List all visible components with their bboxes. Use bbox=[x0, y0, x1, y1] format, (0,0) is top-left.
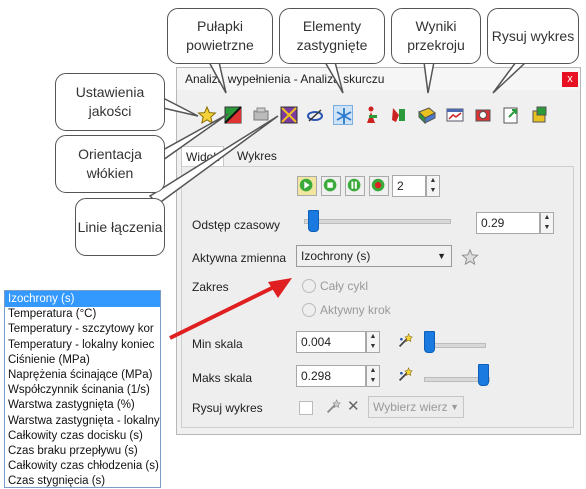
quality-settings-icon[interactable] bbox=[223, 105, 243, 125]
tools-icon[interactable] bbox=[389, 105, 409, 125]
node-select[interactable]: Wybierz wierz ▼ bbox=[368, 396, 464, 418]
fiber-orientation-icon[interactable] bbox=[251, 105, 271, 125]
tab-wykres[interactable]: Wykres bbox=[233, 146, 281, 166]
tab-widok[interactable]: Widok bbox=[181, 146, 225, 168]
interval-spinner[interactable]: ▲ ▼ bbox=[540, 212, 554, 234]
draw-chart-icon[interactable] bbox=[473, 105, 493, 125]
radio-full-cycle-label: Cały cykl bbox=[320, 279, 369, 293]
callout-section-results: Wyniki przekroju bbox=[391, 8, 481, 64]
draw-chart-label: Rysuj wykres bbox=[192, 401, 263, 415]
dropdown-item[interactable]: Czas braku przepływu (s) bbox=[5, 443, 160, 459]
max-scale-label: Maks skala bbox=[192, 371, 253, 385]
dropdown-item[interactable]: Ciśnienie (MPa) bbox=[5, 352, 160, 368]
callout-draw-chart: Rysuj wykres bbox=[487, 8, 579, 64]
record-button[interactable] bbox=[369, 176, 389, 196]
view-panel: 2 ▲ ▼ Odstęp czasowy 0.29 ▲ ▼ Aktywna zmie… bbox=[181, 166, 574, 428]
active-variable-value: Izochrony (s) bbox=[301, 249, 371, 263]
max-scale-input[interactable]: 0.298 bbox=[296, 365, 366, 387]
dropdown-item[interactable]: Temperatura (°C) bbox=[5, 306, 160, 322]
radio-full-cycle[interactable] bbox=[302, 279, 316, 293]
dropdown-item[interactable]: Temperatury - lokalny koniec bbox=[5, 337, 160, 353]
section-results-icon[interactable] bbox=[417, 105, 437, 125]
interval-slider-thumb[interactable] bbox=[308, 210, 320, 232]
tab-strip: Widok Wykres bbox=[181, 146, 577, 168]
chevron-down-icon: ▼ bbox=[450, 402, 459, 412]
favorite-star-icon[interactable] bbox=[461, 248, 479, 266]
range-label: Zakres bbox=[192, 280, 229, 294]
active-variable-label: Aktywna zmienna bbox=[192, 251, 287, 265]
title-bar: Analiza wypełnienia - Analiza skurczu x bbox=[177, 68, 580, 90]
box-icon[interactable] bbox=[529, 105, 549, 125]
max-pick-wand-icon[interactable] bbox=[396, 366, 414, 384]
callout-frozen-elements: Elementy zastygnięte bbox=[279, 8, 385, 64]
dropdown-item[interactable]: Naprężenia ścinające (MPa) bbox=[5, 367, 160, 383]
active-variable-select[interactable]: Izochrony (s) ▼ bbox=[296, 245, 452, 267]
dropdown-item[interactable]: Izochrony (s) bbox=[5, 291, 160, 307]
dropdown-item[interactable]: Warstwa zastygnięta - lokalny bbox=[5, 413, 160, 429]
window-title: Analiza wypełnienia - Analiza skurczu bbox=[185, 72, 385, 86]
callout-fiber-orientation: Orientacja włókien bbox=[55, 135, 165, 193]
analysis-window: Analiza wypełnienia - Analiza skurczu x bbox=[176, 67, 581, 435]
node-select-value: Wybierz wierz bbox=[373, 400, 448, 414]
star-icon[interactable] bbox=[197, 105, 217, 125]
callout-weld-lines: Linie łączenia bbox=[75, 198, 165, 256]
min-scale-spinner[interactable]: ▲ ▼ bbox=[366, 331, 380, 353]
weld-lines-icon[interactable] bbox=[279, 105, 299, 125]
dropdown-item[interactable]: Warstwa zastygnięta (%) bbox=[5, 397, 160, 413]
radio-active-step-label: Aktywny krok bbox=[320, 303, 391, 317]
clear-x-icon[interactable]: ✕ bbox=[347, 397, 360, 415]
max-scale-spinner[interactable]: ▲ ▼ bbox=[366, 365, 380, 387]
min-scale-input[interactable]: 0.004 bbox=[296, 331, 366, 353]
interval-label: Odstęp czasowy bbox=[192, 218, 281, 232]
min-pick-wand-icon[interactable] bbox=[396, 332, 414, 350]
pause-button[interactable] bbox=[345, 176, 365, 196]
stop-button[interactable] bbox=[321, 176, 341, 196]
chart-window-icon[interactable] bbox=[445, 105, 465, 125]
interval-input[interactable]: 0.29 bbox=[476, 212, 540, 234]
close-button[interactable]: x bbox=[562, 72, 578, 87]
frame-spinner[interactable]: ▲ ▼ bbox=[426, 175, 440, 197]
play-button[interactable] bbox=[297, 176, 317, 196]
frozen-elements-icon[interactable] bbox=[333, 105, 353, 125]
callout-air-traps: Pułapki powietrzne bbox=[167, 8, 273, 64]
frame-input[interactable]: 2 bbox=[392, 175, 426, 197]
export-icon[interactable] bbox=[501, 105, 521, 125]
dropdown-item[interactable]: Czas stygnięcia (s) bbox=[5, 473, 160, 487]
variable-dropdown-list[interactable]: Izochrony (s) Temperatura (°C) Temperatury… bbox=[4, 290, 161, 488]
interval-slider-track[interactable] bbox=[304, 219, 451, 224]
person-red-icon[interactable] bbox=[361, 105, 381, 125]
draw-chart-checkbox[interactable] bbox=[299, 401, 313, 415]
dropdown-item[interactable]: Temperatury - szczytowy kor bbox=[5, 321, 160, 337]
callout-quality-settings: Ustawienia jakości bbox=[55, 73, 165, 131]
dropdown-item[interactable]: Współczynnik ścinania (1/s) bbox=[5, 382, 160, 398]
min-scale-label: Min skala bbox=[192, 337, 243, 351]
radio-active-step[interactable] bbox=[302, 303, 316, 317]
chevron-down-icon: ▼ bbox=[437, 251, 446, 261]
air-traps-icon[interactable] bbox=[305, 105, 325, 125]
min-scale-slider-thumb[interactable] bbox=[424, 331, 435, 353]
pick-node-icon[interactable] bbox=[324, 398, 342, 416]
max-scale-slider-thumb[interactable] bbox=[477, 364, 489, 386]
dropdown-item[interactable]: Całkowity czas chłodzenia (s) bbox=[5, 458, 160, 474]
dropdown-item[interactable]: Całkowity czas docisku (s) bbox=[5, 428, 160, 444]
